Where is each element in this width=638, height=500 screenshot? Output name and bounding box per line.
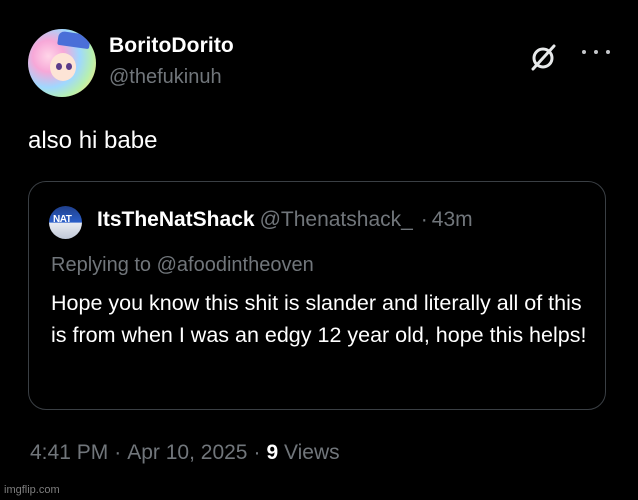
quoted-handle[interactable]: @Thenatshack_ [260, 208, 413, 231]
avatar-hat [57, 30, 91, 50]
quoted-tweet[interactable]: NAT ItsTheNatShack @Thenatshack_ · 43m Repl… [28, 181, 606, 410]
more-dot [606, 50, 610, 54]
avatar-eye [66, 63, 72, 70]
tweet-text: also hi babe [28, 127, 158, 154]
avatar-face [50, 53, 76, 81]
author-avatar[interactable] [28, 29, 96, 97]
meta-separator: · [253, 441, 261, 464]
views-count[interactable]: 9 [266, 441, 278, 464]
quoted-text: Hope you know this shit is slander and l… [51, 291, 587, 347]
avatar-eye [56, 63, 62, 70]
author-display-name[interactable]: BoritoDorito [109, 34, 234, 58]
quoted-separator: · [420, 208, 428, 231]
quoted-avatar-text: NAT [53, 214, 72, 225]
tweet-time[interactable]: 4:41 PM [30, 441, 108, 464]
replying-to: Replying to @afoodintheoven [51, 254, 314, 277]
grok-icon[interactable] [529, 43, 557, 71]
tweet-date[interactable]: Apr 10, 2025 [127, 441, 247, 464]
replying-prefix: Replying to [51, 254, 152, 276]
tweet-meta: 4:41 PM · Apr 10, 2025 · 9 Views [30, 441, 340, 465]
quoted-display-name[interactable]: ItsTheNatShack [97, 208, 255, 231]
quoted-header: ItsTheNatShack @Thenatshack_ · 43m [97, 208, 473, 232]
meta-separator: · [114, 441, 122, 464]
more-dot [582, 50, 586, 54]
quoted-avatar[interactable]: NAT [49, 206, 82, 239]
more-dot [594, 50, 598, 54]
author-handle[interactable]: @thefukinuh [109, 66, 222, 89]
replying-mention[interactable]: @afoodintheoven [157, 254, 314, 276]
more-icon[interactable] [582, 40, 610, 64]
watermark: imgflip.com [4, 484, 60, 496]
views-label[interactable]: Views [284, 441, 340, 464]
quoted-time[interactable]: 43m [432, 208, 473, 231]
